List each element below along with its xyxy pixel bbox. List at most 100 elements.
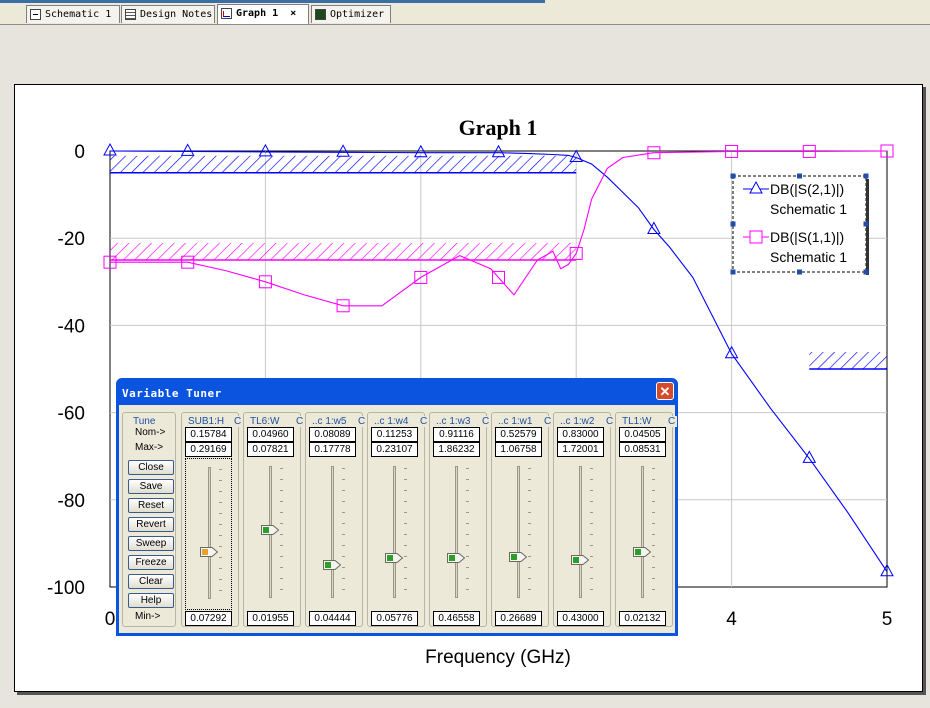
variable-slider[interactable] xyxy=(557,458,604,610)
slider-tick xyxy=(652,578,655,579)
legend-resize-handle[interactable] xyxy=(730,269,736,275)
slider-track[interactable] xyxy=(331,466,334,598)
slider-thumb[interactable] xyxy=(571,552,590,565)
legend-resize-handle[interactable] xyxy=(863,269,869,275)
variable-min-field[interactable]: 0.07292 xyxy=(185,611,232,626)
window-title-strip xyxy=(0,0,545,3)
revert-button[interactable]: Revert xyxy=(128,517,174,532)
variable-tuner-window[interactable]: Variable Tuner ✕ Tune Nom-> Max-> Close S… xyxy=(116,378,678,636)
slider-track[interactable] xyxy=(455,466,458,598)
variable-slider[interactable] xyxy=(495,458,542,610)
close-icon[interactable]: ✕ xyxy=(656,382,674,400)
tab-optimizer[interactable]: Optimizer xyxy=(311,5,391,23)
variable-max-field[interactable]: 1.86232 xyxy=(433,442,480,457)
tab-schematic-1[interactable]: Schematic 1 xyxy=(26,5,120,23)
tab-design-notes[interactable]: Design Notes xyxy=(121,5,215,23)
variable-slider[interactable] xyxy=(619,458,666,610)
slider-track[interactable] xyxy=(517,466,520,598)
y-tick-label: 0 xyxy=(74,142,85,163)
variable-min-field[interactable]: 0.46558 xyxy=(433,611,480,626)
variable-max-field[interactable]: 1.72001 xyxy=(557,442,604,457)
legend-resize-handle[interactable] xyxy=(730,173,736,179)
variable-nom-field[interactable]: 0.91116 xyxy=(433,427,480,442)
slider-tick xyxy=(590,567,593,568)
slider-thumb[interactable] xyxy=(261,522,280,535)
legend-resize-handle[interactable] xyxy=(797,269,802,275)
variable-max-field[interactable]: 0.08531 xyxy=(619,442,666,457)
tuner-variable-column: SUB1:H C 0.15784 0.29169 0.07292 xyxy=(181,412,244,627)
variable-nom-field[interactable]: 0.83000 xyxy=(557,427,604,442)
slider-tick xyxy=(342,468,345,469)
tab-graph-1[interactable]: Graph 1 × xyxy=(217,4,309,24)
variable-nom-field[interactable]: 0.08089 xyxy=(309,427,356,442)
slider-tick xyxy=(342,501,345,502)
freeze-button[interactable]: Freeze xyxy=(128,555,174,570)
variable-min-field[interactable]: 0.05776 xyxy=(371,611,418,626)
slider-tick xyxy=(219,579,222,580)
close-button[interactable]: Close xyxy=(128,460,174,475)
slider-thumb[interactable] xyxy=(447,550,466,564)
variable-min-field[interactable]: 0.43000 xyxy=(557,611,604,626)
slider-tick xyxy=(528,578,531,579)
save-button[interactable]: Save xyxy=(128,479,174,494)
tuner-body: Tune Nom-> Max-> Close Save Reset Revert Swe… xyxy=(119,405,678,633)
variable-min-field[interactable]: 0.02132 xyxy=(619,611,666,626)
reset-button[interactable]: Reset xyxy=(128,498,174,513)
slider-thumb[interactable] xyxy=(633,544,652,558)
variable-max-field[interactable]: 0.17778 xyxy=(309,442,356,457)
variable-slider[interactable] xyxy=(309,458,356,610)
slider-thumb[interactable] xyxy=(200,544,219,557)
slider-tick xyxy=(528,556,531,557)
slider-tick xyxy=(466,589,469,590)
slider-tick xyxy=(466,490,469,491)
variable-nom-field[interactable]: 0.04960 xyxy=(247,427,294,442)
variable-max-field[interactable]: 0.23107 xyxy=(371,442,418,457)
variable-max-field[interactable]: 0.29169 xyxy=(185,442,232,457)
variable-max-field[interactable]: 1.06758 xyxy=(495,442,542,457)
slider-tick xyxy=(342,567,345,568)
spec-limit-hatch xyxy=(110,243,577,260)
optimizer-icon xyxy=(315,9,326,20)
tuner-variable-column: ..c 1:w5 C 0.08089 0.17778 0.04444 xyxy=(305,412,368,627)
legend-resize-handle[interactable] xyxy=(863,173,869,179)
variable-nom-field[interactable]: 0.52579 xyxy=(495,427,542,442)
variable-slider[interactable] xyxy=(247,458,294,610)
chart-legend[interactable]: DB(|S(2,1)|) Schematic 1 DB(|S(1,1)|) Schem… xyxy=(730,173,870,276)
close-tab-icon[interactable]: × xyxy=(290,8,296,19)
slider-thumb[interactable] xyxy=(509,549,528,563)
sweep-button[interactable]: Sweep xyxy=(128,536,174,551)
variable-slider[interactable] xyxy=(433,458,480,610)
slider-track[interactable] xyxy=(208,467,211,599)
slider-tick xyxy=(590,479,593,480)
legend-resize-handle[interactable] xyxy=(863,221,869,227)
variable-min-field[interactable]: 0.04444 xyxy=(309,611,356,626)
slider-tick xyxy=(342,589,345,590)
slider-tick xyxy=(404,589,407,590)
legend-marker xyxy=(749,230,763,244)
slider-tick xyxy=(466,479,469,480)
y-tick-label: -40 xyxy=(58,316,85,337)
variable-slider[interactable] xyxy=(185,458,232,610)
slider-track[interactable] xyxy=(393,466,396,598)
variable-min-field[interactable]: 0.26689 xyxy=(495,611,542,626)
variable-min-field[interactable]: 0.01955 xyxy=(247,611,294,626)
slider-tick xyxy=(652,589,655,590)
help-button[interactable]: Help xyxy=(128,593,174,608)
spec-limit-hatch xyxy=(110,155,577,173)
legend-resize-handle[interactable] xyxy=(797,173,802,179)
variable-slider[interactable] xyxy=(371,458,418,610)
variable-nom-field[interactable]: 0.15784 xyxy=(185,427,232,442)
slider-thumb[interactable] xyxy=(323,557,342,570)
variable-name: ..c 1:w5 xyxy=(310,416,349,427)
clear-button[interactable]: Clear xyxy=(128,574,174,589)
slider-track[interactable] xyxy=(641,466,644,598)
variable-max-field[interactable]: 0.07821 xyxy=(247,442,294,457)
slider-tick xyxy=(590,468,593,469)
slider-tick xyxy=(280,556,283,557)
variable-nom-field[interactable]: 0.11253 xyxy=(371,427,418,442)
slider-thumb[interactable] xyxy=(385,550,404,564)
variable-nom-field[interactable]: 0.04505 xyxy=(619,427,666,442)
slider-tick xyxy=(404,468,407,469)
slider-track[interactable] xyxy=(579,466,582,598)
legend-resize-handle[interactable] xyxy=(730,221,736,227)
